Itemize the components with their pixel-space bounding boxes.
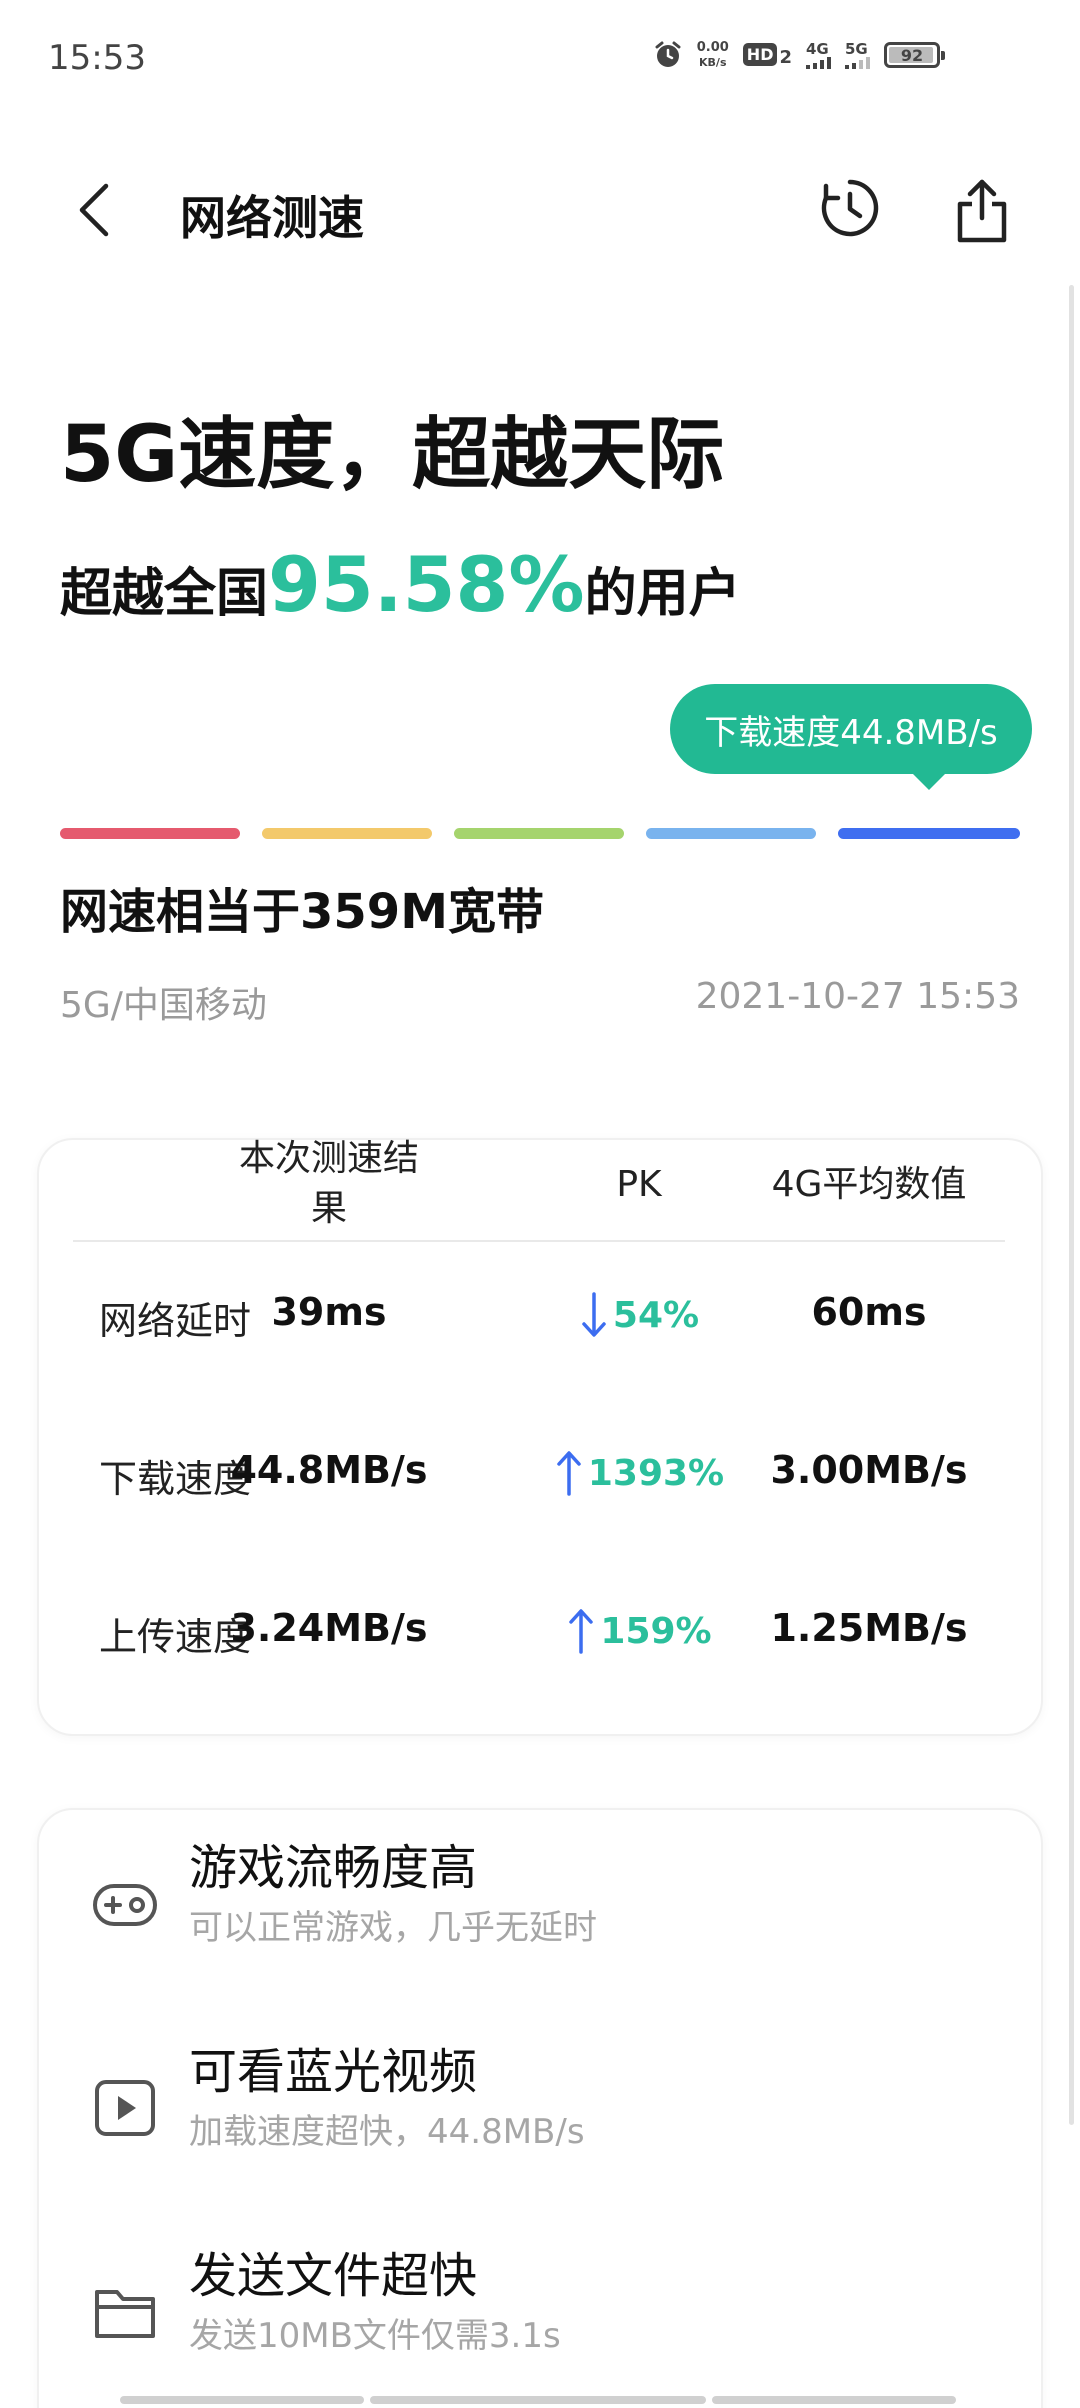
header-current-line2: 果 (310, 1188, 347, 1229)
battery-level: 92 (900, 45, 924, 65)
row-pk-value: 1393% (587, 1452, 725, 1494)
bottom-indicator (120, 2396, 960, 2404)
folder-icon (95, 2290, 155, 2338)
gamepad-icon (93, 1884, 157, 1926)
speed-scale-segment-1 (60, 828, 240, 839)
row-average-value: 3.00MB/s (770, 1448, 968, 1492)
header-pk: PK (616, 1164, 662, 1205)
row-current-value: 39ms (271, 1290, 387, 1334)
result-headline: 5G速度，超越天际 (60, 410, 725, 500)
alarm-icon (655, 41, 681, 67)
net-speed-indicator: 0.00 KB/s (697, 40, 729, 70)
speed-scale-segment-4 (646, 828, 816, 839)
status-time: 15:53 (48, 38, 146, 78)
row-pk-value: 54% (612, 1294, 700, 1336)
status-icons: 0.00 KB/s HD 2 4G 5G 92 (653, 40, 945, 70)
back-button[interactable] (70, 180, 120, 240)
row-pk: 54% (529, 1290, 749, 1340)
feature-desc-video: 加载速度超快，44.8MB/s (189, 2112, 585, 2152)
features-card: 游戏流畅度高 可以正常游戏，几乎无延时 可看蓝光视频 加载速度超快，44.8MB… (37, 1808, 1043, 2408)
row-pk-value: 159% (600, 1610, 712, 1652)
header-4g-average: 4G平均数值 (771, 1164, 967, 1205)
header-current-line1: 本次测速结 (238, 1138, 419, 1179)
row-pk: 159% (529, 1606, 749, 1656)
page-title: 网络测速 (180, 191, 364, 245)
feature-title-video: 可看蓝光视频 (189, 2044, 478, 2100)
signal-4g-label: 4G (806, 40, 829, 58)
speed-scale-segment-3 (454, 828, 624, 839)
sim-index: 2 (779, 46, 792, 68)
history-button[interactable] (818, 176, 882, 240)
net-speed-unit: KB/s (699, 56, 727, 69)
tooltip-pointer (911, 772, 947, 790)
row-average-value: 60ms (811, 1290, 927, 1334)
row-current-value: 3.24MB/s (230, 1606, 428, 1650)
feature-title-file: 发送文件超快 (189, 2248, 478, 2304)
speed-scale-segment-2 (262, 828, 432, 839)
signal-5g: 5G (845, 41, 870, 69)
video-play-icon (95, 2080, 155, 2136)
ranking-line: 超越全国 95.58% 的用户 (60, 540, 741, 629)
arrow-down-icon (582, 1292, 606, 1337)
hd-indicator: HD 2 (742, 42, 792, 68)
battery-icon: 92 (884, 42, 945, 68)
feature-title-gaming: 游戏流畅度高 (189, 1840, 478, 1896)
signal-5g-label: 5G (845, 40, 868, 58)
row-average-value: 1.25MB/s (770, 1606, 968, 1650)
feature-desc-gaming: 可以正常游戏，几乎无延时 (189, 1908, 597, 1948)
signal-bars-icon (845, 57, 870, 69)
signal-bars-icon (806, 57, 831, 69)
arrow-up-icon (557, 1451, 581, 1496)
row-current-value: 44.8MB/s (230, 1448, 428, 1492)
share-button[interactable] (950, 176, 1014, 246)
download-speed-tooltip: 下载速度44.8MB/s (670, 684, 1032, 774)
header-divider (73, 1240, 1005, 1242)
ranking-prefix: 超越全国 (60, 564, 269, 624)
comparison-card: 本次测速结 果 PK 4G平均数值 网络延时 39ms 54% 60ms 下载速度 44.… (37, 1138, 1043, 1736)
speed-scale-segment-5 (838, 828, 1020, 839)
network-carrier: 5G/中国移动 (60, 985, 267, 1026)
hd-badge: HD (742, 42, 778, 66)
arrow-up-icon (569, 1609, 594, 1654)
row-pk: 1393% (529, 1448, 749, 1498)
signal-4g: 4G (806, 41, 831, 69)
test-timestamp: 2021-10-27 15:53 (695, 976, 1020, 1017)
feature-desc-file: 发送10MB文件仅需3.1s (189, 2316, 561, 2356)
header-current-result: 本次测速结 果 (199, 1134, 459, 1234)
broadband-equivalent: 网速相当于359M宽带 (60, 884, 544, 940)
scrollbar[interactable] (1069, 285, 1074, 2125)
net-speed-value: 0.00 (696, 40, 729, 55)
ranking-percent: 95.58% (268, 540, 585, 629)
ranking-suffix: 的用户 (584, 564, 741, 624)
